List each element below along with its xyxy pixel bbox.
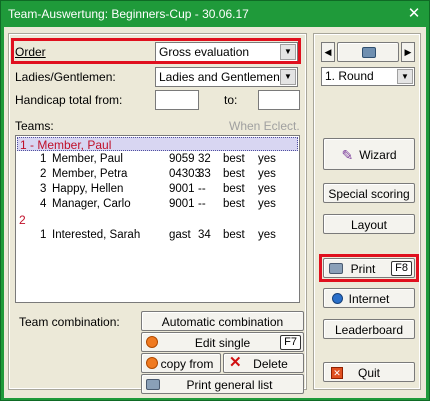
edit-icon [146, 336, 158, 348]
player-id: 9059 [169, 153, 195, 165]
table-row[interactable]: 1 Interested, Sarah gast 34 best yes [16, 228, 299, 243]
player-type: best [223, 153, 245, 165]
row-number: 2 [40, 168, 47, 180]
player-name: Manager, Carlo [52, 198, 131, 210]
table-row[interactable]: 1 Member, Paul 9059 32 best yes [16, 152, 299, 167]
player-score: -- [198, 183, 206, 195]
print-general-list-button[interactable]: Print general list [141, 374, 304, 394]
round-value: 1. Round [325, 69, 374, 83]
internet-button[interactable]: Internet [323, 288, 415, 308]
table-row[interactable]: 2 Member, Petra 04303 33 best yes [16, 167, 299, 182]
dropdown-arrow-icon[interactable]: ▼ [280, 69, 296, 85]
player-id: 9001 [169, 198, 195, 210]
player-flag: yes [258, 153, 276, 165]
wizard-icon: ✎ [341, 146, 354, 163]
automatic-combination-button[interactable]: Automatic combination [141, 311, 304, 331]
row-number: 3 [40, 183, 47, 195]
printer-icon [362, 47, 376, 58]
print-highlight [319, 254, 419, 282]
player-type: best [223, 229, 245, 241]
player-type: best [223, 198, 245, 210]
teams-label: Teams: [15, 119, 54, 133]
table-row[interactable]: 3 Happy, Hellen 9001 -- best yes [16, 182, 299, 197]
printer-icon [146, 379, 160, 390]
team-combination-label: Team combination: [19, 315, 120, 329]
quit-icon: ✕ [331, 367, 343, 379]
layout-button[interactable]: Layout [323, 214, 415, 234]
globe-icon [332, 293, 343, 304]
player-id: 9001 [169, 183, 195, 195]
delete-icon: ✕ [229, 354, 242, 371]
wizard-button[interactable]: ✎ Wizard [323, 138, 415, 170]
team-header[interactable]: 2 [17, 213, 26, 227]
row-number: 1 [40, 229, 47, 241]
chevron-left-icon: ◀ [324, 47, 332, 57]
delete-button[interactable]: ✕ Delete [223, 353, 304, 373]
order-highlight [11, 38, 301, 64]
player-id: gast [169, 229, 191, 241]
player-score: 32 [198, 153, 211, 165]
player-score: -- [198, 198, 206, 210]
player-name: Member, Paul [52, 153, 123, 165]
handicap-to-label: to: [224, 93, 238, 107]
chevron-right-icon: ▶ [404, 47, 412, 57]
next-round-button[interactable]: ▶ [401, 42, 415, 62]
player-name: Interested, Sarah [52, 229, 141, 241]
player-flag: yes [258, 183, 276, 195]
edit-single-button[interactable]: Edit single F7 [141, 332, 304, 352]
player-id: 04303 [169, 168, 201, 180]
player-flag: yes [258, 168, 276, 180]
handicap-from-input[interactable] [155, 90, 199, 110]
teams-list[interactable]: 1 - Member, Paul 1 Member, Paul 9059 32 … [15, 135, 300, 303]
close-icon: ✕ [407, 5, 421, 22]
row-number: 1 [40, 153, 47, 165]
when-eclect-label: When Eclect. [229, 119, 300, 133]
player-flag: yes [258, 198, 276, 210]
app-window: Team-Auswertung: Beginners-Cup - 30.06.1… [0, 0, 430, 401]
round-select[interactable]: 1. Round ▼ [321, 67, 415, 86]
shortcut-key: F7 [280, 335, 301, 350]
window-title: Team-Auswertung: Beginners-Cup - 30.06.1… [8, 7, 249, 21]
prev-round-button[interactable]: ◀ [321, 42, 335, 62]
dialog-body: Order Gross evaluation ▼ Ladies/Gentleme… [4, 27, 426, 398]
dropdown-arrow-icon[interactable]: ▼ [397, 69, 413, 84]
player-type: best [223, 183, 245, 195]
quit-button[interactable]: ✕ Quit [323, 362, 415, 382]
player-name: Member, Petra [52, 168, 128, 180]
handicap-label: Handicap total from: [15, 93, 123, 107]
table-row[interactable]: 4 Manager, Carlo 9001 -- best yes [16, 197, 299, 212]
special-scoring-button[interactable]: Special scoring [323, 183, 415, 203]
team-header[interactable]: 1 - Member, Paul [17, 137, 298, 152]
player-name: Happy, Hellen [52, 183, 124, 195]
leaderboard-button[interactable]: Leaderboard [323, 319, 415, 339]
ladies-value: Ladies and Gentlemen [159, 70, 280, 84]
copy-from-button[interactable]: copy from [141, 353, 221, 373]
player-flag: yes [258, 229, 276, 241]
right-panel: ◀ ▶ 1. Round ▼ ✎ Wizard Special scoring L… [313, 33, 421, 390]
player-score: 34 [198, 229, 211, 241]
copy-icon [146, 357, 158, 369]
handicap-to-input[interactable] [258, 90, 300, 110]
ladies-label: Ladies/Gentlemen: [15, 70, 116, 84]
left-panel: Order Gross evaluation ▼ Ladies/Gentleme… [8, 33, 307, 394]
row-number: 4 [40, 198, 47, 210]
player-score: 33 [198, 168, 211, 180]
close-button[interactable]: ✕ [403, 1, 425, 27]
player-type: best [223, 168, 245, 180]
print-preview-button[interactable] [337, 42, 399, 62]
ladies-select[interactable]: Ladies and Gentlemen ▼ [155, 67, 298, 87]
